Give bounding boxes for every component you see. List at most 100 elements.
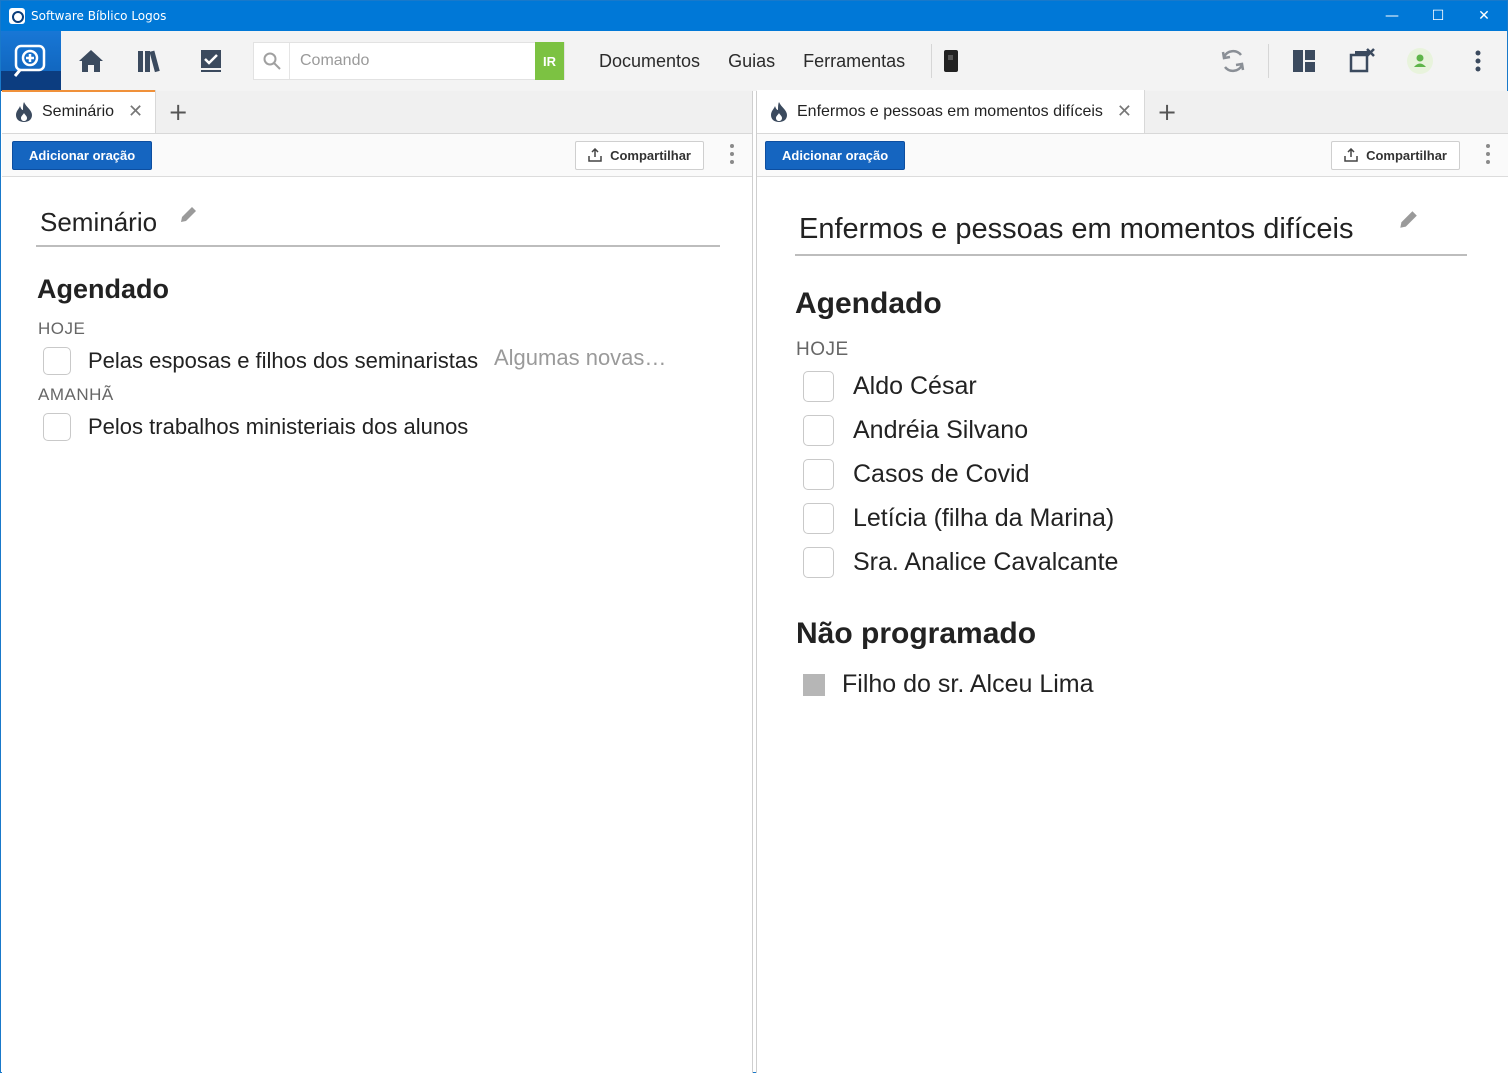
menu-guides[interactable]: Guias bbox=[714, 51, 789, 72]
layout-indicator-icon[interactable] bbox=[944, 50, 959, 72]
layouts-button[interactable] bbox=[1275, 31, 1333, 91]
prayer-item-text[interactable]: Pelas esposas e filhos dos seminaristas bbox=[88, 348, 478, 374]
prayer-item-text[interactable]: Sra. Analice Cavalcante bbox=[853, 548, 1118, 577]
add-tab-button[interactable]: + bbox=[156, 90, 200, 133]
share-button[interactable]: Compartilhar bbox=[575, 140, 704, 170]
command-box: IR bbox=[253, 42, 565, 80]
share-button[interactable]: Compartilhar bbox=[1331, 140, 1460, 170]
window-controls: — ☐ ✕ bbox=[1369, 1, 1507, 31]
unscheduled-marker[interactable] bbox=[803, 673, 825, 696]
logos-search-button[interactable] bbox=[1, 31, 61, 91]
prayer-checkbox[interactable] bbox=[43, 347, 71, 375]
toolbar-divider bbox=[931, 44, 933, 78]
prayer-item: Pelos trabalhos ministeriais dos alunos bbox=[43, 413, 468, 441]
right-tabbar: Enfermos e pessoas em momentos difíceis … bbox=[757, 90, 1508, 134]
add-prayer-button[interactable]: Adicionar oração bbox=[12, 140, 153, 170]
more-icon bbox=[1475, 50, 1481, 72]
prayer-item: Andréia Silvano bbox=[803, 415, 1028, 446]
prayer-flame-icon bbox=[16, 101, 32, 122]
minimize-button[interactable]: — bbox=[1369, 1, 1415, 31]
tab-label: Seminário bbox=[42, 102, 115, 120]
day-heading: HOJE bbox=[796, 339, 849, 360]
add-tab-button[interactable]: + bbox=[1145, 90, 1189, 133]
library-icon bbox=[138, 50, 160, 73]
close-windows-icon bbox=[1349, 48, 1375, 73]
layouts-icon bbox=[1293, 50, 1315, 72]
title-underline bbox=[795, 254, 1467, 256]
more-button[interactable] bbox=[1449, 31, 1507, 91]
checklist-button[interactable] bbox=[181, 31, 241, 91]
prayer-item-text[interactable]: Aldo César bbox=[853, 372, 977, 401]
menu-tools[interactable]: Ferramentas bbox=[789, 51, 919, 72]
left-tabbar: Seminário ✕ + bbox=[2, 90, 752, 134]
logos-search-icon bbox=[14, 44, 46, 77]
prayer-item: Letícia (filha da Marina) bbox=[803, 503, 1114, 534]
app-window: Software Bíblico Logos — ☐ ✕ Comando IR … bbox=[0, 0, 1508, 1073]
edit-pencil-icon[interactable] bbox=[1397, 209, 1419, 231]
main-toolbar: IR Documentos Guias Ferramentas bbox=[1, 31, 1507, 91]
section-heading: Agendado bbox=[37, 274, 169, 304]
logos-app-icon bbox=[9, 8, 25, 24]
close-windows-button[interactable] bbox=[1333, 31, 1391, 91]
prayer-checkbox[interactable] bbox=[803, 547, 834, 578]
prayer-item: Sra. Analice Cavalcante bbox=[803, 547, 1118, 578]
prayer-item: Pelas esposas e filhos dos seminaristas bbox=[43, 347, 478, 375]
left-panel: Seminário ✕ + Adicionar oração Compartil… bbox=[2, 90, 753, 1073]
window-title: Software Bíblico Logos bbox=[31, 9, 167, 23]
tab-enfermos[interactable]: Enfermos e pessoas em momentos difíceis … bbox=[757, 90, 1145, 133]
checklist-icon bbox=[201, 50, 221, 72]
close-tab-icon[interactable]: ✕ bbox=[128, 101, 143, 122]
panel-menu-icon[interactable] bbox=[730, 144, 734, 164]
prayer-item-text[interactable]: Filho do sr. Alceu Lima bbox=[842, 670, 1094, 699]
prayer-checkbox[interactable] bbox=[43, 413, 71, 441]
prayer-flame-icon bbox=[771, 101, 787, 122]
close-tab-icon[interactable]: ✕ bbox=[1117, 101, 1132, 122]
share-label: Compartilhar bbox=[610, 147, 691, 163]
library-button[interactable] bbox=[121, 31, 181, 91]
tab-label: Enfermos e pessoas em momentos difíceis bbox=[797, 102, 1103, 120]
prayer-item: Casos de Covid bbox=[803, 459, 1029, 490]
day-heading: HOJE bbox=[38, 319, 86, 338]
prayer-item-note: Algumas novas… bbox=[494, 345, 667, 370]
panel-menu-icon[interactable] bbox=[1486, 144, 1490, 164]
title-underline bbox=[36, 245, 720, 247]
sync-button[interactable] bbox=[1204, 31, 1262, 91]
add-prayer-button[interactable]: Adicionar oração bbox=[765, 140, 906, 170]
prayer-item: Aldo César bbox=[803, 371, 977, 402]
prayer-item-text[interactable]: Casos de Covid bbox=[853, 460, 1029, 489]
section-heading: Agendado bbox=[795, 287, 942, 320]
list-title[interactable]: Seminário bbox=[40, 207, 157, 238]
right-panel: Enfermos e pessoas em momentos difíceis … bbox=[756, 90, 1508, 1073]
account-button[interactable] bbox=[1391, 31, 1449, 91]
home-icon bbox=[79, 50, 103, 72]
day-heading: AMANHÃ bbox=[38, 385, 114, 404]
list-title[interactable]: Enfermos e pessoas em momentos difíceis bbox=[799, 213, 1353, 246]
go-button[interactable]: IR bbox=[535, 42, 564, 80]
menu-documents[interactable]: Documentos bbox=[585, 51, 714, 72]
share-label: Compartilhar bbox=[1366, 147, 1447, 163]
title-bar: Software Bíblico Logos — ☐ ✕ bbox=[1, 1, 1507, 31]
prayer-item-text[interactable]: Andréia Silvano bbox=[853, 416, 1028, 445]
prayer-item: Filho do sr. Alceu Lima bbox=[803, 670, 1094, 699]
section-heading: Não programado bbox=[796, 617, 1037, 650]
prayer-item-text[interactable]: Letícia (filha da Marina) bbox=[853, 504, 1114, 533]
right-actionbar: Adicionar oração Compartilhar bbox=[757, 134, 1508, 177]
prayer-checkbox[interactable] bbox=[803, 371, 834, 402]
command-input[interactable] bbox=[290, 43, 535, 79]
share-icon bbox=[588, 148, 602, 162]
prayer-checkbox[interactable] bbox=[803, 503, 834, 534]
right-toolbar bbox=[1204, 31, 1507, 91]
maximize-button[interactable]: ☐ bbox=[1415, 1, 1461, 31]
prayer-item-text[interactable]: Pelos trabalhos ministeriais dos alunos bbox=[88, 414, 468, 440]
right-toolbar-divider bbox=[1268, 44, 1269, 78]
sync-icon bbox=[1221, 49, 1245, 73]
search-icon bbox=[254, 43, 290, 79]
prayer-checkbox[interactable] bbox=[803, 415, 834, 446]
account-icon bbox=[1407, 48, 1433, 74]
tab-seminario[interactable]: Seminário ✕ bbox=[2, 90, 157, 133]
left-actionbar: Adicionar oração Compartilhar bbox=[2, 134, 752, 177]
close-window-button[interactable]: ✕ bbox=[1461, 1, 1507, 31]
edit-pencil-icon[interactable] bbox=[178, 205, 198, 225]
prayer-checkbox[interactable] bbox=[803, 459, 834, 490]
home-button[interactable] bbox=[61, 31, 121, 91]
